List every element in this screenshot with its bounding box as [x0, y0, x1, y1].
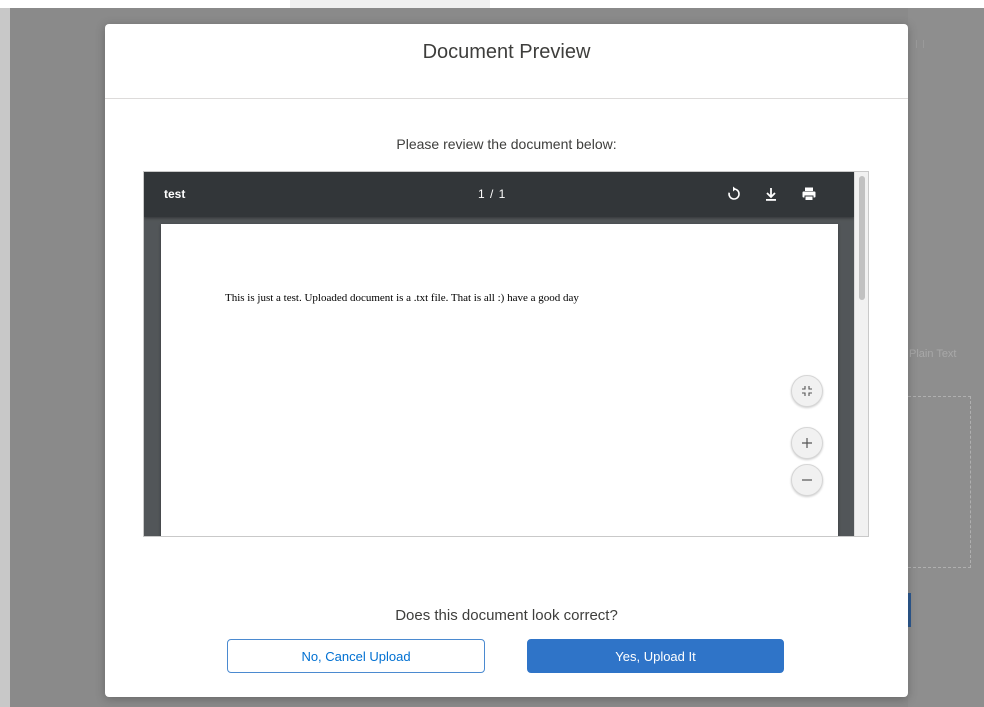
print-icon[interactable] [799, 184, 819, 204]
rotate-icon[interactable] [724, 184, 744, 204]
zoom-out-icon [802, 479, 812, 481]
pdf-page-counter: 1 / 1 [478, 187, 507, 201]
background-left-bar [0, 8, 10, 707]
review-instruction: Please review the document below: [396, 136, 617, 152]
pdf-page: This is just a test. Uploaded document i… [161, 224, 838, 536]
zoom-in-icon [802, 438, 812, 448]
background-hint-text: Plain Text [909, 348, 957, 360]
pdf-page-text: This is just a test. Uploaded document i… [225, 292, 579, 304]
download-icon[interactable] [761, 184, 781, 204]
document-preview-modal: Document Preview Please review the docum… [105, 24, 908, 697]
background-dropzone [908, 396, 971, 568]
background-top-strip [0, 0, 984, 8]
pdf-scroll-thumb[interactable] [859, 176, 865, 300]
pdf-scrollbar[interactable] [854, 172, 868, 536]
background-top-segment [290, 0, 490, 8]
background-button [908, 593, 911, 627]
zoom-out-button[interactable] [791, 464, 823, 496]
fit-page-button[interactable] [791, 375, 823, 407]
background-corner-icon [916, 40, 924, 48]
pdf-filename: test [164, 187, 186, 201]
cancel-upload-button[interactable]: No, Cancel Upload [227, 639, 485, 673]
fit-page-icon [802, 386, 812, 396]
pdf-viewer[interactable]: test 1 / 1 This is just a test. Uploaded… [143, 171, 869, 537]
confirm-upload-button[interactable]: Yes, Upload It [527, 639, 784, 673]
confirm-question: Does this document look correct? [395, 607, 618, 624]
pdf-toolbar: test 1 / 1 [144, 172, 854, 217]
modal-title: Document Preview [422, 41, 591, 63]
zoom-in-button[interactable] [791, 427, 823, 459]
modal-header: Document Preview [105, 24, 908, 99]
